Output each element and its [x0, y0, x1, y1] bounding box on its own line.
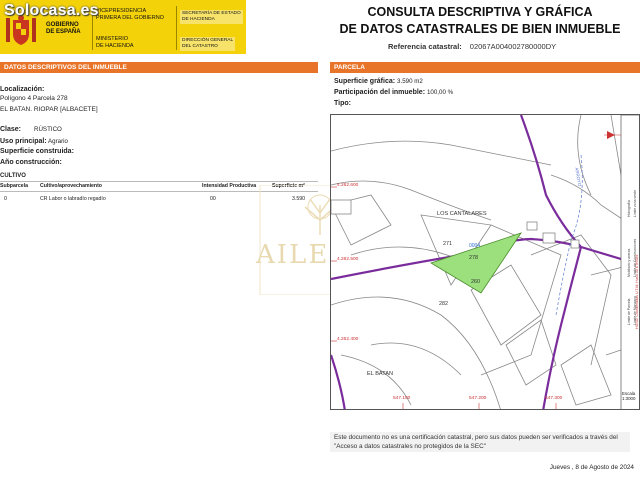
location-label: Localización:: [0, 86, 45, 93]
x-tick-label: 547.300: [545, 396, 563, 401]
building-shape: [331, 199, 352, 215]
descriptive-data-header: DATOS DESCRIPTIVOS DEL INMUEBLE: [0, 62, 318, 73]
secretary-text: SECRETARÍA DE ESTADO DE HACIENDA: [180, 10, 243, 24]
divider: [176, 6, 177, 50]
participation-value: 100,00 %: [426, 89, 454, 96]
disclaimer-note: Este documento no es una certificación c…: [330, 432, 630, 452]
cell-crop: CR Labor o labradío regadío: [40, 196, 106, 202]
type-label: Tipo:: [334, 100, 351, 107]
parcel-header: PARCELA: [330, 62, 640, 73]
main-use-value: Agrario: [48, 138, 68, 145]
vicepresidency-text: VICEPRESIDENCIA PRIMERA DEL GOBIERNO: [96, 8, 164, 21]
cell-subparcel: 0: [4, 196, 7, 202]
y-tick-label: 4.262.600: [337, 183, 359, 188]
parcel-number: 260: [471, 279, 480, 285]
table-rule: [0, 181, 318, 182]
reference-label: Referencia catastral:: [388, 42, 462, 51]
legend-item: Límite de Manzana: [633, 296, 637, 325]
type-row: Tipo:: [334, 100, 351, 107]
cell-intensity: 00: [210, 196, 216, 202]
x-tick-label: 547.200: [469, 396, 487, 401]
building-shape: [542, 232, 556, 244]
cadastral-reference: Referencia catastral: 02067A004002780000D…: [388, 42, 556, 51]
legend-item: Límite de Construcciones: [633, 238, 637, 277]
legend-item: Mobiliario y aceras: [627, 248, 631, 277]
coordinate-ticks: [331, 186, 557, 409]
legend-item: Límite zona verde: [633, 190, 637, 217]
participation-label: Participación del inmueble:: [334, 89, 426, 96]
x-tick-label: 547.100: [393, 396, 411, 401]
graphic-area-value: 3.590 m2: [397, 78, 423, 85]
location-line-2: EL BATAN. RIOPAR [ALBACETE]: [0, 106, 98, 113]
graphic-area-label: Superficie gráfica:: [334, 78, 396, 85]
y-tick-label: 4.262.500: [337, 257, 359, 262]
government-name: GOBIERNO DE ESPAÑA: [46, 22, 81, 35]
parcel-number: 278: [469, 255, 478, 261]
y-tick-label: 4.262.400: [337, 337, 359, 342]
class-label: Clase:: [0, 126, 22, 133]
building-shape: [570, 239, 580, 249]
parcel-number: 282: [439, 301, 448, 307]
graphic-area: Superficie gráfica: 3.590 m2: [334, 78, 423, 85]
construction-year-label: Año construcción:: [0, 159, 62, 166]
ministry-text: MINISTERIO DE HACIENDA: [96, 36, 134, 49]
class-value: RÚSTICO: [34, 126, 62, 133]
document-header: GOBIERNO DE ESPAÑA VICEPRESIDENCIA PRIME…: [0, 0, 640, 58]
parcel-number: 271: [443, 241, 452, 247]
building-shape: [526, 221, 538, 231]
cadastral-map[interactable]: LOS CANTALARES EL BATAN 271 278 260 282 …: [330, 114, 640, 410]
map-drawing: [331, 115, 639, 409]
legend-item: Límite de Parcela: [627, 298, 631, 325]
reference-value: 02067A004002780000DY: [469, 42, 557, 51]
col-intensity: Intensidad Productiva: [202, 183, 257, 189]
parcel-code: 0004: [469, 243, 481, 249]
brand-watermark: Solocasa.es: [4, 2, 99, 19]
location-line-1: Polígono 4 Parcela 278: [0, 95, 68, 102]
document-title: CONSULTA DESCRIPTIVA Y GRÁFICA DE DATOS …: [339, 5, 621, 36]
col-subparcel: Subparcela: [0, 183, 28, 189]
participation: Participación del inmueble: 100,00 %: [334, 89, 453, 96]
legend-item: Hidrografía: [627, 200, 631, 217]
place-label: EL BATAN: [367, 371, 394, 377]
scale-label: Escala 1:3000: [622, 391, 636, 401]
col-crop: Cultivo/aprovechamiento: [40, 183, 102, 189]
built-area-label: Superficie construida:: [0, 148, 74, 155]
document-date: Jueves , 8 de Agosto de 2024: [549, 464, 634, 471]
direction-text: DIRECCIÓN GENERAL DEL CATASTRO: [180, 37, 236, 51]
place-label: LOS CANTALARES: [437, 211, 487, 217]
crop-label: CULTIVO: [0, 173, 26, 179]
main-use-label: Uso principal:: [0, 138, 47, 145]
